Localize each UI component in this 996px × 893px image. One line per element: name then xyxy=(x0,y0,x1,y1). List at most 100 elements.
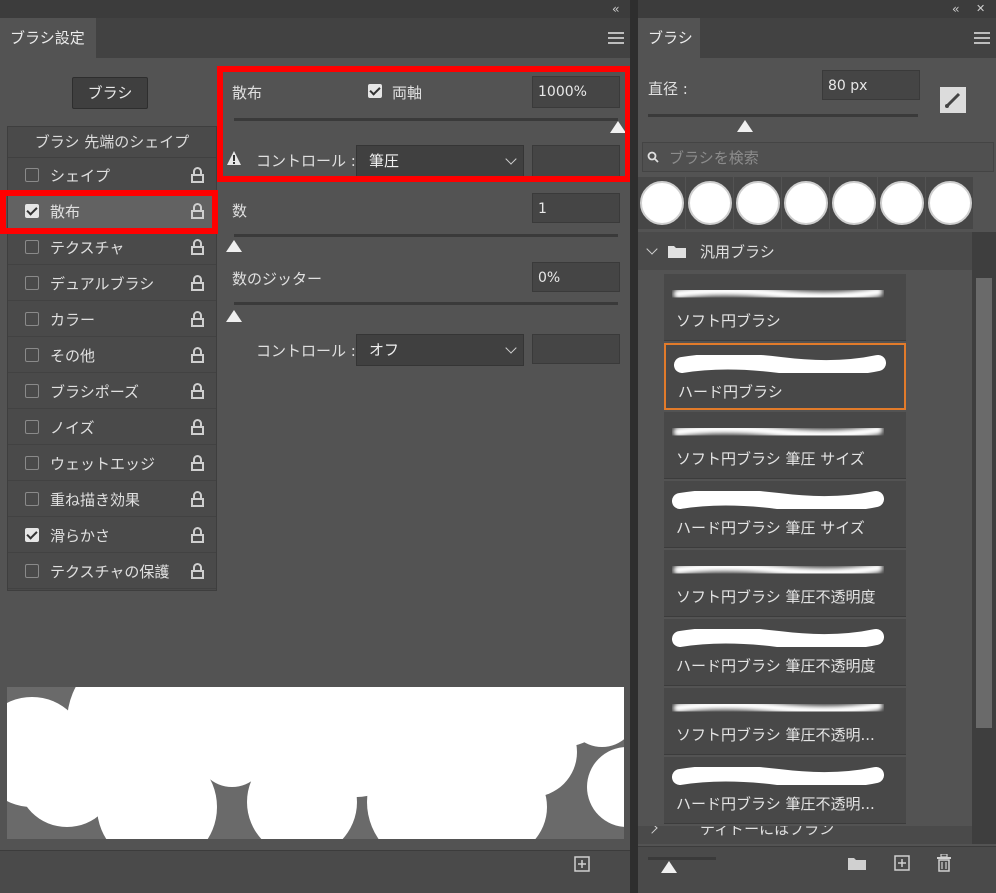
count-value-field[interactable]: 1 xyxy=(532,193,620,223)
new-preset-icon[interactable] xyxy=(574,856,590,872)
lock-icon[interactable] xyxy=(190,455,204,471)
option-checkbox[interactable] xyxy=(25,492,39,506)
option-checkbox[interactable] xyxy=(25,384,39,398)
brush-option-row[interactable]: 滑らかさ xyxy=(8,517,216,553)
lock-icon[interactable] xyxy=(190,311,204,327)
recent-brush-tip[interactable] xyxy=(784,181,828,225)
brush-option-row[interactable]: ウェットエッジ xyxy=(8,445,216,481)
brush-option-row[interactable]: カラー xyxy=(8,301,216,337)
brush-preset-item[interactable]: ハード円ブラシ 筆圧不透明... xyxy=(664,757,906,824)
option-checkbox[interactable] xyxy=(25,456,39,470)
lock-icon[interactable] xyxy=(190,383,204,399)
option-label: ノイズ xyxy=(50,419,95,437)
lock-icon[interactable] xyxy=(190,167,204,183)
brush-preset-name: ハード円ブラシ 筆圧不透明... xyxy=(676,795,875,813)
thumbnail-size-slider-thumb[interactable] xyxy=(661,861,677,873)
count-jitter-value-field[interactable]: 0% xyxy=(532,262,620,292)
brush-preset-item[interactable]: ソフト円ブラシ 筆圧不透明度 xyxy=(664,550,906,617)
new-group-folder-icon[interactable] xyxy=(848,856,866,870)
panel-menu-icon[interactable] xyxy=(974,32,990,44)
brush-group-header[interactable]: 汎用ブラシ xyxy=(638,232,972,270)
brush-tip-shape-item[interactable]: ブラシ 先端のシェイプ xyxy=(8,127,216,158)
brush-preset-item[interactable]: ハード円ブラシ 筆圧 サイズ xyxy=(664,481,906,548)
group-name: 汎用ブラシ xyxy=(700,243,775,261)
lock-icon[interactable] xyxy=(190,275,204,291)
recent-brush-tip[interactable] xyxy=(880,181,924,225)
option-checkbox[interactable] xyxy=(25,276,39,290)
recent-brush-tip[interactable] xyxy=(832,181,876,225)
diameter-slider-track[interactable] xyxy=(648,114,918,117)
brush-stroke-icon xyxy=(673,424,883,440)
option-label: 重ね描き効果 xyxy=(50,491,141,509)
recent-brush-tip[interactable] xyxy=(736,181,780,225)
trash-icon[interactable] xyxy=(936,854,952,872)
count-slider-thumb[interactable] xyxy=(226,240,242,252)
option-checkbox[interactable] xyxy=(25,528,39,542)
folder-icon xyxy=(668,246,686,258)
brush-search-field[interactable]: ブラシを検索 xyxy=(642,142,994,172)
tab-brush-settings[interactable]: ブラシ設定 xyxy=(0,18,96,58)
brush-option-row[interactable]: 重ね描き効果 xyxy=(8,481,216,517)
option-label: ウェットエッジ xyxy=(50,455,156,473)
left-panel-top-strip xyxy=(0,0,630,18)
brush-preview-toggle-icon[interactable] xyxy=(940,87,966,113)
brush-preset-item[interactable]: ハード円ブラシ xyxy=(664,343,906,410)
count-jitter-slider-thumb[interactable] xyxy=(226,310,242,322)
lock-icon[interactable] xyxy=(190,491,204,507)
lock-icon[interactable] xyxy=(190,563,204,579)
option-checkbox[interactable] xyxy=(25,420,39,434)
tab-brushes[interactable]: ブラシ xyxy=(638,18,700,58)
recent-brush-tip[interactable] xyxy=(640,181,684,225)
count-slider-track[interactable] xyxy=(234,234,618,237)
jitter-control-select[interactable]: オフ xyxy=(356,334,524,366)
collapse-panel-icon[interactable]: ‹‹ xyxy=(952,0,959,18)
brush-stroke-icon xyxy=(673,700,883,716)
brush-option-row[interactable]: シェイプ xyxy=(8,157,216,193)
option-checkbox[interactable] xyxy=(25,168,39,182)
next-brush-group-header[interactable]: ティドーにはブラン xyxy=(638,826,972,844)
jitter-control-extra-field[interactable] xyxy=(532,334,620,364)
brush-option-row[interactable]: テクスチャ xyxy=(8,229,216,265)
diameter-value-field[interactable]: 80 px xyxy=(822,70,920,100)
option-checkbox[interactable] xyxy=(25,564,39,578)
panel-menu-icon[interactable] xyxy=(608,32,624,44)
option-label: カラー xyxy=(50,311,96,329)
brush-option-row[interactable]: ノイズ xyxy=(8,409,216,445)
brush-preset-item[interactable]: ハード円ブラシ 筆圧不透明度 xyxy=(664,619,906,686)
brush-preset-item[interactable]: ソフト円ブラシ xyxy=(664,274,906,341)
scrollbar-thumb[interactable] xyxy=(976,278,992,728)
search-icon xyxy=(647,151,659,163)
lock-icon[interactable] xyxy=(190,527,204,543)
thumbnail-size-slider-track[interactable] xyxy=(648,857,716,860)
recent-brush-tip[interactable] xyxy=(928,181,972,225)
option-checkbox[interactable] xyxy=(25,348,39,362)
lock-icon[interactable] xyxy=(190,419,204,435)
brush-list-scrollbar[interactable] xyxy=(972,232,996,844)
brush-option-row[interactable]: ブラシポーズ xyxy=(8,373,216,409)
new-brush-icon[interactable] xyxy=(894,855,910,871)
collapse-panel-icon[interactable]: ‹‹ xyxy=(612,0,619,18)
chevron-down-icon xyxy=(646,243,658,255)
close-panel-icon[interactable]: ✕ xyxy=(976,0,985,18)
count-jitter-slider-track[interactable] xyxy=(234,302,618,305)
lock-icon[interactable] xyxy=(190,239,204,255)
brush-preset-item[interactable]: ソフト円ブラシ 筆圧不透明... xyxy=(664,688,906,755)
chevron-right-icon xyxy=(646,826,658,834)
option-checkbox[interactable] xyxy=(25,312,39,326)
brush-presets-button[interactable]: ブラシ xyxy=(72,77,148,109)
option-label: ブラシポーズ xyxy=(50,383,139,401)
brush-option-row[interactable]: その他 xyxy=(8,337,216,373)
option-checkbox[interactable] xyxy=(25,240,39,254)
diameter-label: 直径 : xyxy=(648,80,688,98)
lock-icon[interactable] xyxy=(190,347,204,363)
brush-preset-item[interactable]: ソフト円ブラシ 筆圧 サイズ xyxy=(664,412,906,479)
brush-option-row[interactable]: デュアルブラシ xyxy=(8,265,216,301)
search-placeholder: ブラシを検索 xyxy=(669,149,759,167)
recent-brush-tip[interactable] xyxy=(688,181,732,225)
count-jitter-label: 数のジッター xyxy=(232,270,323,288)
option-label: その他 xyxy=(50,347,96,365)
brush-option-row[interactable]: テクスチャの保護 xyxy=(8,553,216,589)
scatter-settings-highlight-box xyxy=(217,66,631,182)
diameter-slider-thumb[interactable] xyxy=(737,120,753,132)
option-label: デュアルブラシ xyxy=(50,275,155,293)
